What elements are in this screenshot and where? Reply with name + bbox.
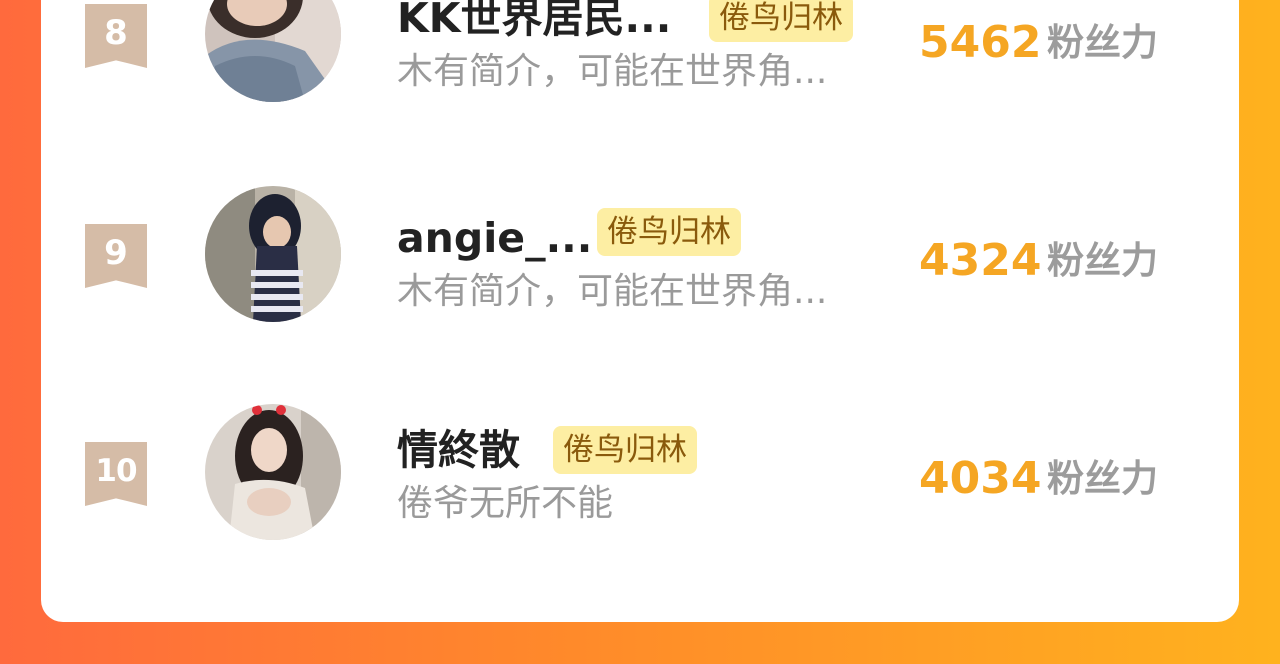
user-name[interactable]: KK世界居民...: [397, 0, 671, 42]
fan-score: 4034: [919, 453, 1042, 504]
rank-badge: 9: [85, 224, 147, 288]
user-name[interactable]: 情終散: [397, 426, 520, 474]
fan-score-unit: 粉丝力: [1047, 457, 1158, 500]
fan-score: 4324: [919, 235, 1042, 286]
user-name[interactable]: angie_...: [397, 214, 592, 262]
user-bio: 木有简介，可能在世界角...: [397, 271, 828, 312]
leaderboard-row[interactable]: 9 angie_... 倦鸟归林 木有简介，可能在世界角... 4324 粉丝力: [41, 178, 1239, 322]
fan-score-unit: 粉丝力: [1047, 21, 1158, 64]
fan-score-unit: 粉丝力: [1047, 239, 1158, 282]
user-bio: 木有简介，可能在世界角...: [397, 51, 828, 92]
leaderboard-card: 8 KK世界居民... 倦鸟归林 木有简介，可能在世界角... 5462 粉丝力…: [41, 0, 1239, 622]
avatar[interactable]: [205, 0, 341, 102]
user-tag: 倦鸟归林: [709, 0, 853, 42]
leaderboard-row[interactable]: 8 KK世界居民... 倦鸟归林 木有简介，可能在世界角... 5462 粉丝力: [41, 0, 1239, 102]
avatar-image: [205, 404, 341, 540]
avatar[interactable]: [205, 404, 341, 540]
avatar-image: [205, 0, 341, 102]
user-tag: 倦鸟归林: [597, 208, 741, 256]
user-bio: 倦爷无所不能: [397, 483, 614, 524]
fan-score: 5462: [919, 17, 1042, 68]
rank-badge: 8: [85, 4, 147, 68]
avatar-image: [205, 186, 341, 322]
user-tag: 倦鸟归林: [553, 426, 697, 474]
rank-badge: 10: [85, 442, 147, 506]
avatar[interactable]: [205, 186, 341, 322]
leaderboard-row[interactable]: 10 情終散 倦鸟归林 倦爷无所不能 4034 粉丝力: [41, 396, 1239, 540]
